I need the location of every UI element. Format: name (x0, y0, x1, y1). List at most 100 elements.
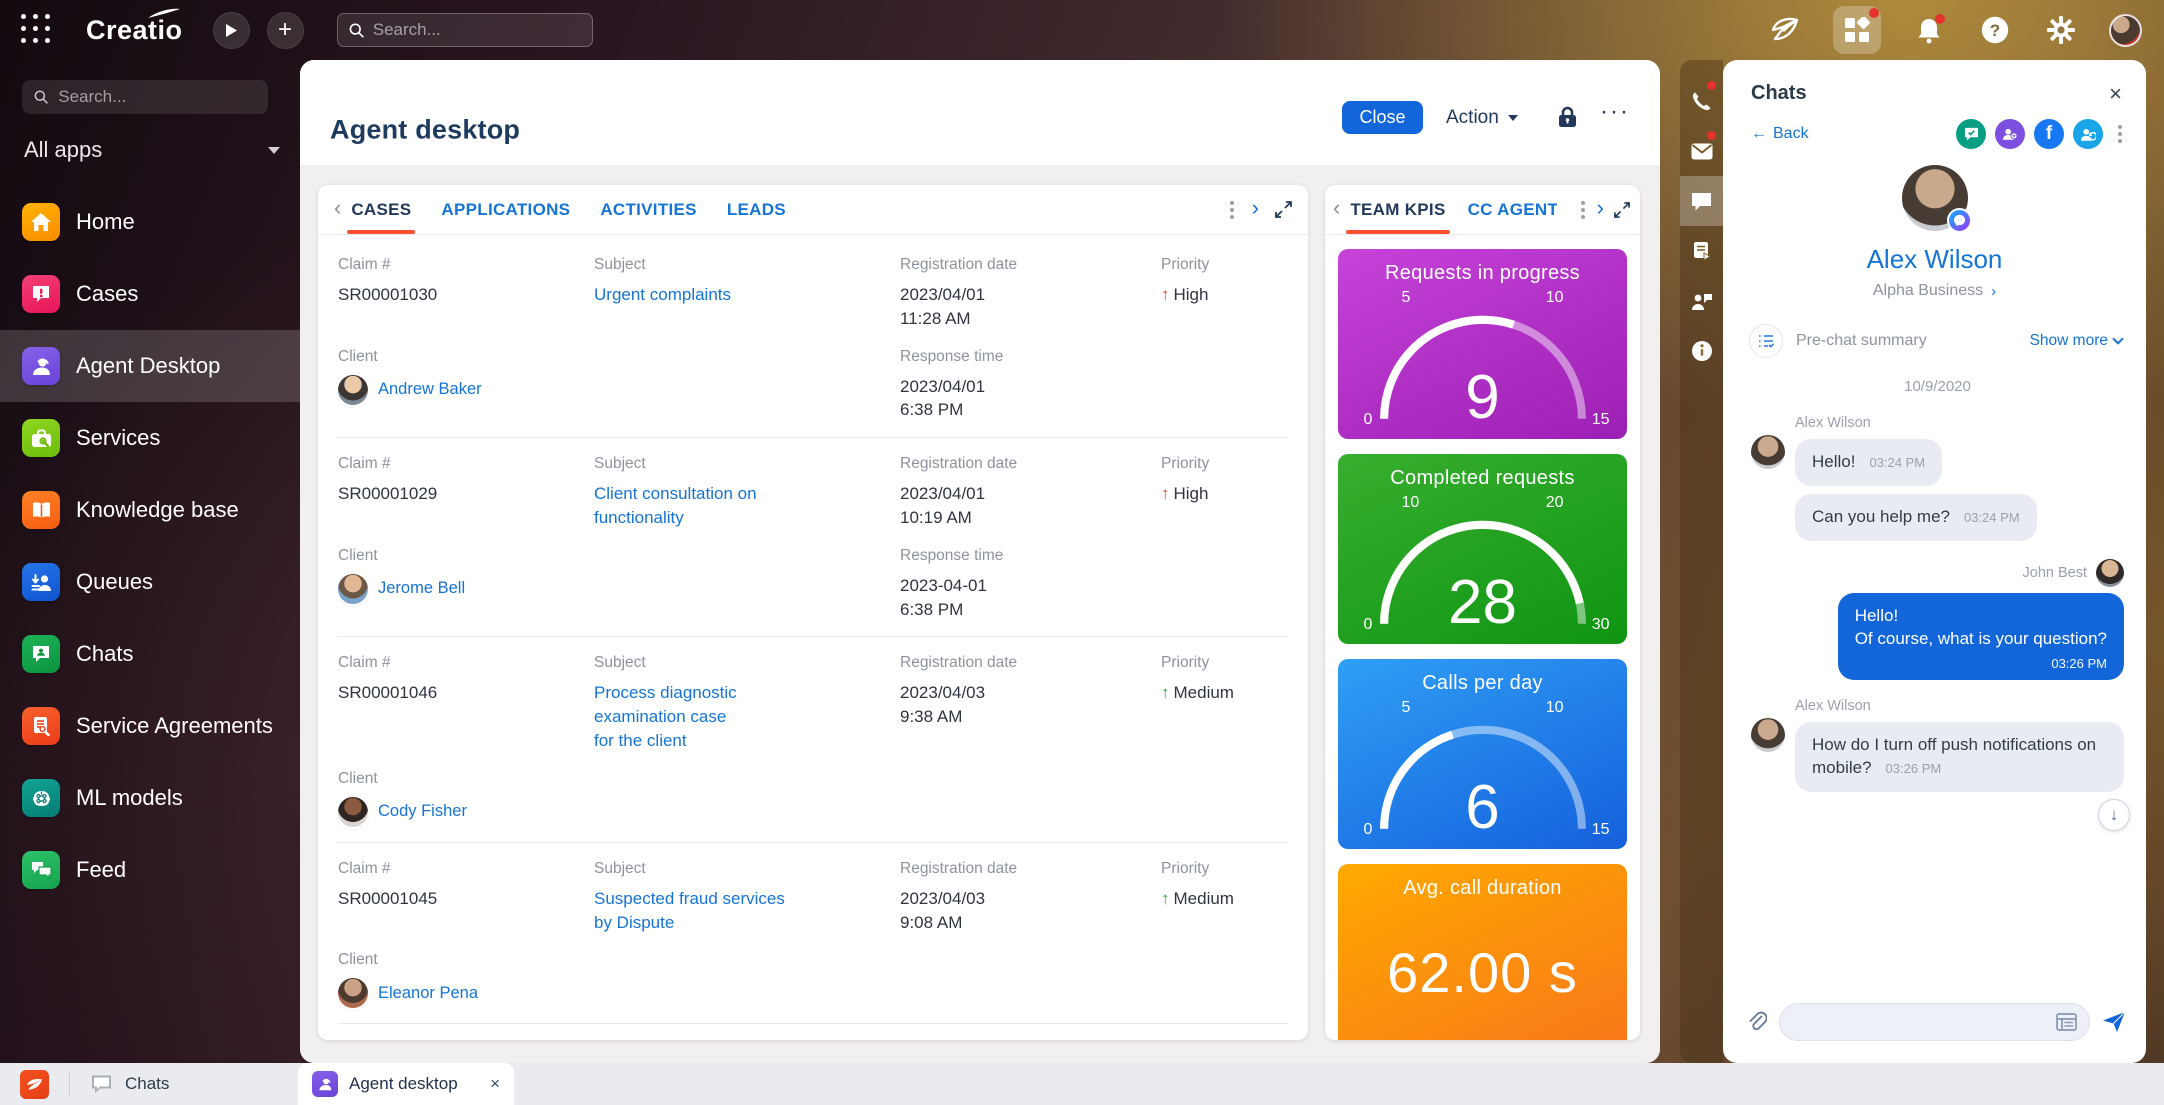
tab-cases[interactable]: CASES (351, 185, 411, 234)
case-row[interactable]: Claim #SR00001044 SubjectConsultation on… (338, 1024, 1288, 1040)
summary-list-icon[interactable] (1749, 324, 1783, 358)
registration-date: 2023/04/01 11:28 AM (900, 283, 1161, 331)
contact-name-link[interactable]: Alex Wilson (1867, 244, 2003, 275)
show-more-button[interactable]: Show more (2030, 332, 2122, 350)
subject-link[interactable]: Process diagnostic examination case for … (594, 683, 737, 750)
email-button[interactable] (1680, 126, 1723, 176)
sidebar-item-chats[interactable]: Chats (0, 618, 300, 690)
team-kpis-panel: ‹ TEAM KPIS CC AGENT HO › Requests in pr… (1325, 185, 1640, 1040)
sidebar-item-ml-models[interactable]: ML models (0, 762, 300, 834)
messenger-badge-icon (1947, 208, 1972, 233)
run-process-button[interactable] (213, 12, 250, 49)
subject-link[interactable]: Client consultation on functionality (594, 484, 757, 527)
help-button[interactable]: ? (1977, 12, 2013, 48)
cases-list: Claim #SR00001030 SubjectUrgent complain… (318, 235, 1308, 1040)
settings-button[interactable] (2043, 12, 2079, 48)
tab-applications[interactable]: APPLICATIONS (441, 185, 570, 234)
taskbar-divider (69, 1071, 70, 1097)
summary-label: Pre-chat summary (1796, 332, 1927, 350)
tab-cc-agent-home[interactable]: CC AGENT HO (1468, 185, 1557, 234)
paper-plane-icon (1770, 17, 1800, 43)
case-row[interactable]: Claim #SR00001046 SubjectProcess diagnos… (338, 637, 1288, 842)
chats-panel-button[interactable] (1680, 176, 1723, 226)
facebook-icon[interactable]: f (2034, 119, 2064, 149)
template-icon[interactable] (2056, 1013, 2077, 1031)
sidebar-search-input[interactable] (58, 87, 256, 107)
taskbar-creatio-button[interactable] (20, 1070, 49, 1099)
cases-panel: ‹ CASES APPLICATIONS ACTIVITIES LEADS › … (318, 185, 1308, 1040)
client-link[interactable]: Cody Fisher (378, 802, 467, 821)
tabs-scroll-right-icon[interactable]: › (1597, 195, 1604, 224)
channel-icons: f (1956, 119, 2124, 149)
app-launcher-icon[interactable] (20, 13, 54, 47)
contact-company-link[interactable]: Alpha Business › (1873, 282, 1996, 300)
tasks-button[interactable] (1680, 226, 1723, 276)
message-bubble: Can you help me?03:24 PM (1795, 494, 2037, 541)
send-icon[interactable] (2102, 1011, 2126, 1033)
expand-icon[interactable] (1614, 202, 1630, 218)
add-new-button[interactable]: + (267, 12, 304, 49)
subject-link[interactable]: Suspected fraud services by Dispute (594, 889, 785, 932)
chat-panel: Chats × ← Back f Alex Wilson (1723, 60, 2146, 1063)
all-apps-dropdown[interactable]: All apps (24, 134, 280, 166)
sidebar-item-knowledge-base[interactable]: Knowledge base (0, 474, 300, 546)
case-row[interactable]: Claim #SR00001045 SubjectSuspected fraud… (338, 843, 1288, 1025)
case-row[interactable]: Claim #SR00001030 SubjectUrgent complain… (338, 239, 1288, 438)
apps-grid-icon (1844, 17, 1870, 43)
global-search-input[interactable] (373, 20, 581, 40)
client-link[interactable]: Eleanor Pena (378, 984, 478, 1003)
dashboard-content: ‹ CASES APPLICATIONS ACTIVITIES LEADS › … (300, 165, 1660, 1063)
agent-assign-icon[interactable] (1995, 119, 2025, 149)
tabs-scroll-right-icon[interactable]: › (1252, 195, 1259, 224)
message-input[interactable] (1792, 1013, 2056, 1031)
chat-bubble-icon (90, 1074, 113, 1094)
taskbar-chats-button[interactable]: Chats (90, 1074, 169, 1094)
tab-menu-icon[interactable] (1579, 199, 1587, 221)
sidebar-item-service-agreements[interactable]: Service Agreements (0, 690, 300, 762)
case-row[interactable]: Claim #SR00001029 SubjectClient consulta… (338, 438, 1288, 637)
reassign-agent-icon[interactable] (2073, 119, 2103, 149)
tab-team-kpis[interactable]: TEAM KPIS (1350, 185, 1445, 234)
creatio-mark-icon[interactable] (1767, 12, 1803, 48)
sidebar-item-services[interactable]: Services (0, 402, 300, 474)
workplace-apps-button[interactable] (1833, 6, 1881, 54)
sidebar-item-agent-desktop[interactable]: Agent Desktop (0, 330, 300, 402)
attach-icon[interactable] (1747, 1011, 1767, 1033)
close-tab-icon[interactable]: × (490, 1074, 500, 1094)
scroll-to-bottom-button[interactable]: ↓ (2098, 799, 2130, 831)
close-button[interactable]: Close (1342, 101, 1423, 134)
tabs-scroll-left-icon[interactable]: ‹ (334, 195, 351, 224)
sidebar-search[interactable] (22, 80, 268, 114)
top-bar: Creatio + ? (0, 0, 2164, 60)
back-button[interactable]: ← Back (1751, 125, 1809, 143)
close-chat-icon[interactable]: × (2109, 83, 2122, 105)
calls-button[interactable] (1680, 76, 1723, 126)
user-avatar[interactable] (2109, 14, 2142, 47)
sidebar-item-queues[interactable]: Queues (0, 546, 300, 618)
taskbar-active-tab[interactable]: Agent desktop × (298, 1063, 514, 1105)
global-search[interactable] (337, 13, 593, 47)
expand-icon[interactable] (1275, 201, 1292, 218)
tabs-scroll-left-icon[interactable]: ‹ (1333, 195, 1350, 224)
notifications-button[interactable] (1911, 12, 1947, 48)
subject-link[interactable]: Urgent complaints (594, 285, 731, 304)
lock-icon (1558, 106, 1577, 128)
sidebar-item-feed[interactable]: Feed (0, 834, 300, 906)
more-options-button[interactable]: ··· (1600, 98, 1630, 126)
tab-menu-icon[interactable] (1228, 199, 1236, 221)
tab-leads[interactable]: LEADS (727, 185, 786, 234)
tab-activities[interactable]: ACTIVITIES (600, 185, 697, 234)
client-link[interactable]: Andrew Baker (378, 380, 482, 399)
sidebar-item-cases[interactable]: Cases (0, 258, 300, 330)
client-link[interactable]: Jerome Bell (378, 579, 465, 598)
top-right-controls: ? (1767, 0, 2164, 60)
chat-menu-icon[interactable] (2116, 123, 2124, 145)
chat-transfer-icon[interactable] (1956, 119, 1986, 149)
chat-messages: 10/9/2020 Alex Wilson Hello!03:24 PM Can… (1723, 358, 2146, 989)
action-dropdown[interactable]: Action (1446, 101, 1518, 134)
lock-button[interactable] (1558, 106, 1577, 133)
info-button[interactable] (1680, 326, 1723, 376)
kpi-value: 62.00 s (1338, 940, 1627, 1005)
agent-chat-button[interactable] (1680, 276, 1723, 326)
sidebar-item-home[interactable]: Home (0, 186, 300, 258)
